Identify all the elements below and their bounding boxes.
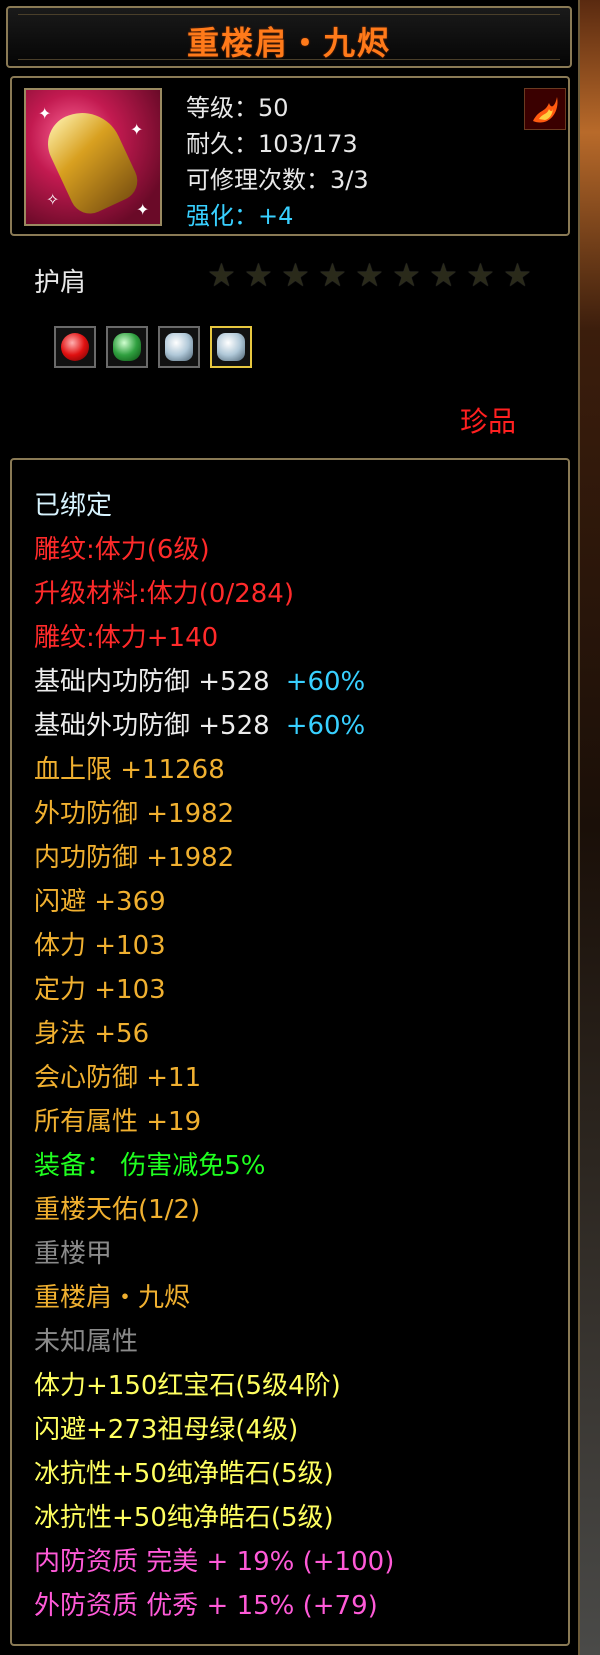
repair-count-text: 可修理次数：3/3	[186, 166, 369, 194]
attribute-line: 重楼天佑(1/2)	[34, 1188, 394, 1232]
attribute-line: 未知属性	[34, 1320, 394, 1364]
star-icon: ★	[355, 256, 384, 294]
attribute-text: 重楼肩・九烬	[34, 1283, 191, 1313]
star-icon: ★	[207, 256, 236, 294]
quality-flame-icon	[524, 88, 566, 130]
emerald-icon[interactable]	[106, 326, 148, 368]
attribute-line: 雕纹:体力(6级)	[34, 528, 394, 572]
attribute-line: 冰抗性+50纯净皓石(5级)	[34, 1452, 394, 1496]
attribute-line: 闪避+273祖母绿(4级)	[34, 1408, 394, 1452]
attribute-text: 所有属性 +19	[34, 1107, 202, 1137]
attribute-text: 基础内功防御 +528	[34, 667, 270, 697]
attribute-line: 基础外功防御 +528 +60%	[34, 704, 394, 748]
attribute-text: 体力+150红宝石(5级4阶)	[34, 1371, 341, 1401]
attribute-line: 装备： 伤害减免5%	[34, 1144, 394, 1188]
title-bar: 重楼肩・九烬	[6, 6, 572, 68]
item-tooltip-panel: 重楼肩・九烬 ✦ ✦ ✧ ✦ 等级：50 耐久：103/173 可修理次数：3/…	[0, 0, 580, 1655]
attribute-text: 重楼甲	[34, 1239, 113, 1269]
attribute-line: 血上限 +11268	[34, 748, 394, 792]
background-scenery	[578, 0, 600, 1655]
attribute-text: 未知属性	[34, 1327, 139, 1357]
attribute-text: 雕纹:体力+140	[34, 623, 219, 653]
attribute-text: 升级材料:体力(0/284)	[34, 579, 294, 609]
attribute-text: 雕纹:体力(6级)	[34, 535, 210, 565]
attribute-text: 定力 +103	[34, 975, 166, 1005]
attribute-bonus-text: +60%	[285, 711, 366, 741]
diamond-icon[interactable]	[210, 326, 252, 368]
attribute-line: 已绑定	[34, 484, 394, 528]
attribute-line: 雕纹:体力+140	[34, 616, 394, 660]
star-icon: ★	[318, 256, 347, 294]
attribute-line: 身法 +56	[34, 1012, 394, 1056]
attribute-line: 基础内功防御 +528 +60%	[34, 660, 394, 704]
attribute-text: 外防资质 优秀 + 15% (+79)	[34, 1591, 378, 1621]
star-icon: ★	[281, 256, 310, 294]
attribute-line: 升级材料:体力(0/284)	[34, 572, 394, 616]
attribute-text: 已绑定	[34, 491, 113, 521]
attribute-line: 会心防御 +11	[34, 1056, 394, 1100]
attribute-line: 内防资质 完美 + 19% (+100)	[34, 1540, 394, 1584]
attribute-text: 外功防御 +1982	[34, 799, 235, 829]
attribute-text: 内防资质 完美 + 19% (+100)	[34, 1547, 395, 1577]
diamond-icon[interactable]	[158, 326, 200, 368]
item-title: 重楼肩・九烬	[186, 24, 391, 62]
enhance-text: 强化：+4	[186, 202, 294, 230]
durability-text: 耐久：103/173	[186, 130, 358, 158]
attribute-line: 重楼甲	[34, 1232, 394, 1276]
attribute-text: 基础外功防御 +528	[34, 711, 270, 741]
gem-sockets	[54, 326, 252, 368]
star-icon: ★	[429, 256, 458, 294]
attribute-bonus-text: +60%	[285, 667, 366, 697]
star-icon: ★	[466, 256, 495, 294]
attribute-list: 已绑定雕纹:体力(6级) 升级材料:体力(0/284) 雕纹:体力+140 基础内功防…	[34, 484, 394, 1628]
rarity-label: 珍品	[459, 405, 516, 438]
attribute-line: 定力 +103	[34, 968, 394, 1012]
attribute-line: 体力+150红宝石(5级4阶)	[34, 1364, 394, 1408]
attribute-text: 冰抗性+50纯净皓石(5级)	[34, 1459, 334, 1489]
attribute-text: 内功防御 +1982	[34, 843, 235, 873]
attribute-text: 会心防御 +11	[34, 1063, 202, 1093]
attribute-line: 冰抗性+50纯净皓石(5级)	[34, 1496, 394, 1540]
attribute-text: 身法 +56	[34, 1019, 150, 1049]
attribute-line: 外功防御 +1982	[34, 792, 394, 836]
attribute-line: 体力 +103	[34, 924, 394, 968]
star-icon: ★	[244, 256, 273, 294]
attribute-text: 冰抗性+50纯净皓石(5级)	[34, 1503, 334, 1533]
star-icon: ★	[392, 256, 421, 294]
attribute-line: 内功防御 +1982	[34, 836, 394, 880]
attribute-text: 闪避+273祖母绿(4级)	[34, 1415, 299, 1445]
attribute-text: 血上限 +11268	[34, 755, 225, 785]
attribute-text: 闪避 +369	[34, 887, 166, 917]
attribute-text: 重楼天佑(1/2)	[34, 1195, 201, 1225]
level-text: 等级：50	[186, 94, 289, 122]
attribute-line: 所有属性 +19	[34, 1100, 394, 1144]
item-type-label: 护肩	[34, 268, 87, 298]
pauldron-item-icon: ✦ ✦ ✧ ✦	[24, 88, 162, 226]
attribute-line: 外防资质 优秀 + 15% (+79)	[34, 1584, 394, 1628]
ruby-icon[interactable]	[54, 326, 96, 368]
attribute-line: 闪避 +369	[34, 880, 394, 924]
attribute-text: 体力 +103	[34, 931, 166, 961]
attribute-text: 装备： 伤害减免5%	[34, 1151, 266, 1181]
attribute-line: 重楼肩・九烬	[34, 1276, 394, 1320]
star-icon: ★	[503, 256, 532, 294]
star-rating: ★ ★ ★ ★ ★ ★ ★ ★ ★	[204, 258, 535, 293]
